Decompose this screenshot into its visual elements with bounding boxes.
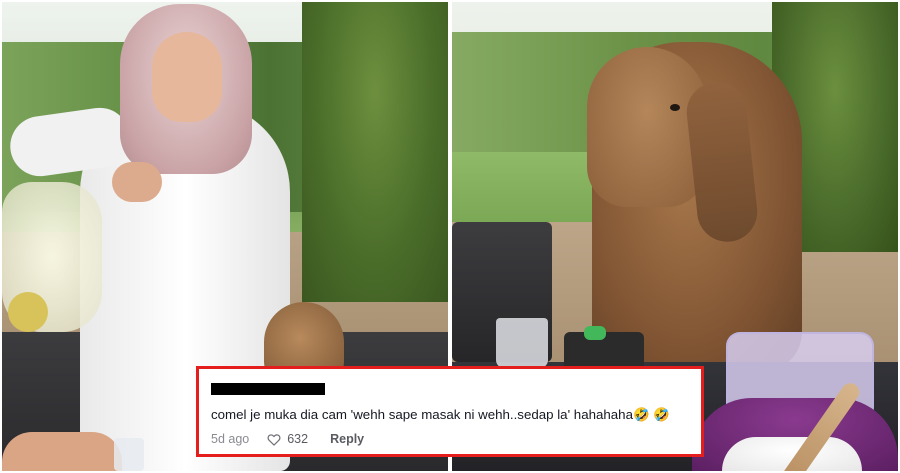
comment-timestamp: 5d ago	[211, 432, 250, 446]
like-button[interactable]: 632	[267, 432, 308, 446]
heart-outline-icon[interactable]	[267, 433, 281, 446]
hand	[2, 432, 122, 471]
woman-face	[152, 32, 222, 122]
comment-card: comel je muka dia cam 'wehh sape masak n…	[196, 366, 704, 457]
food-in-bag	[8, 292, 48, 332]
redacted-username	[211, 383, 325, 395]
goat-eye	[670, 104, 680, 111]
bamboo	[302, 2, 448, 302]
jar-lid	[584, 326, 606, 340]
like-count: 632	[287, 432, 309, 446]
comment-meta: 5d ago 632 Reply	[211, 431, 364, 447]
woman-hand	[112, 162, 162, 202]
plastic-cup	[496, 318, 548, 368]
comment-text: comel je muka dia cam 'wehh sape masak n…	[211, 407, 670, 422]
plastic-cup	[114, 438, 144, 471]
reply-button[interactable]: Reply	[330, 432, 364, 446]
